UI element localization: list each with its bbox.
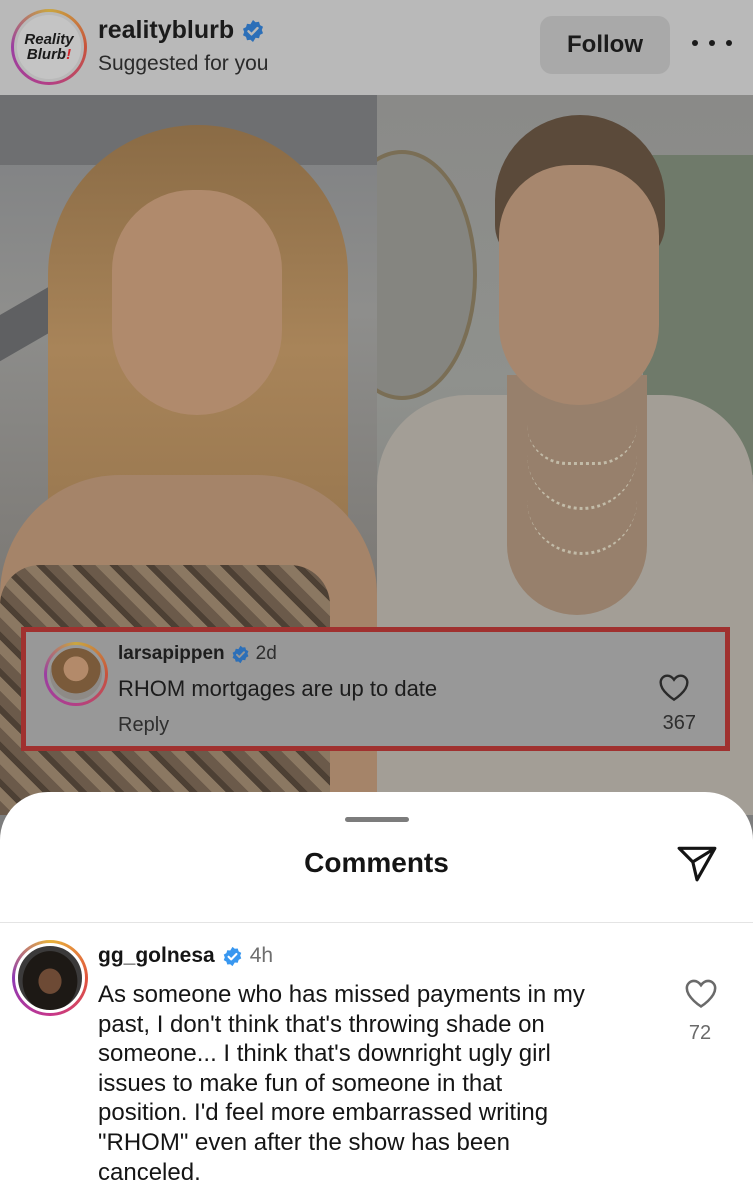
like-count: 72 [688,1022,712,1044]
account-avatar[interactable]: Reality Blurb! [11,9,87,85]
comment-line: "RHOM" even after the show has been [98,1128,510,1156]
verified-badge-icon [223,946,241,966]
reply-link[interactable]: Reply [118,714,169,737]
logo-line-2-wrap: Blurb! [27,47,71,62]
comment-line: issues to make fun of someone in that [98,1069,503,1097]
suggested-label: Suggested for you [98,52,269,75]
post-header: Reality Blurb! realityblurb Suggested fo… [0,0,753,95]
more-options-icon[interactable] [692,28,732,58]
send-icon[interactable] [676,842,718,884]
logo-line-2: Blurb [26,46,67,63]
highlighted-comment: larsapippen 2d RHOM mortgages are up to … [21,627,730,751]
commenter-username[interactable]: larsapippen [118,643,225,665]
commenter-username-row: gg_golnesa 4h [98,944,273,968]
follow-button[interactable]: Follow [540,16,670,74]
comment-line: As someone who has missed payments in my [98,981,585,1008]
round-mirror [377,150,477,400]
person-left-face [112,190,282,415]
commenter-photo [47,645,105,703]
account-username[interactable]: realityblurb [98,16,265,45]
commenter-username-row: larsapippen 2d [118,643,277,665]
comments-sheet: Comments gg_golnesa 4h As someone who ha… [0,792,753,1199]
logo-mark: ! [66,46,72,63]
commenter-avatar[interactable] [44,642,108,706]
comment-line: past, I don't think that's throwing shad… [98,1010,545,1038]
instagram-post-view: Reality Blurb! realityblurb Suggested fo… [0,0,753,1199]
verified-badge-icon [243,19,264,42]
heart-icon[interactable] [658,672,690,702]
account-username-text[interactable]: realityblurb [98,16,234,45]
comments-title: Comments [304,847,449,878]
logo-line-1: Reality [24,31,74,48]
comment-line: position. I'd feel more embarrassed writ… [98,1099,549,1127]
comment-time: 4h [249,944,274,967]
commenter-photo [15,943,85,1013]
verified-badge-icon [232,645,249,663]
comment-time: 2d [255,643,277,664]
drag-handle[interactable] [345,817,409,822]
heart-icon[interactable] [684,977,718,1009]
comment-text: As someone who has missed payments in my… [98,980,658,1187]
comment-line: someone... I think that's downright ugly… [98,1040,551,1068]
comment-line: canceled. [98,1158,201,1186]
comment-text: RHOM mortgages are up to date [118,676,438,701]
reality-blurb-logo: Reality Blurb! [14,12,84,82]
commenter-username[interactable]: gg_golnesa [98,944,215,968]
like-count: 367 [662,712,696,734]
divider [0,922,753,923]
person-right-face [499,165,659,405]
commenter-avatar[interactable] [12,940,88,1016]
